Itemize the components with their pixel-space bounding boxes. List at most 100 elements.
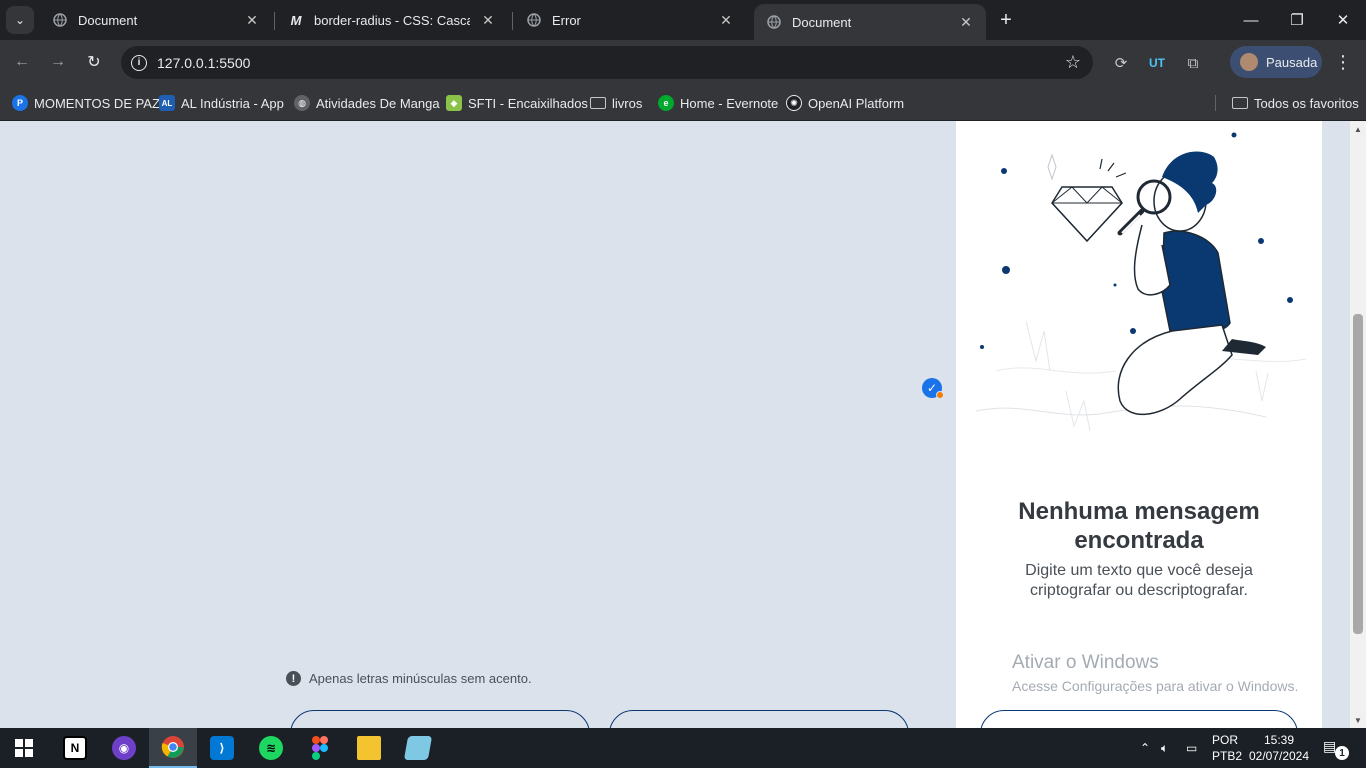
globe-icon	[766, 14, 782, 30]
show-hidden-icons-button[interactable]: ⌃	[1140, 728, 1150, 768]
reload-button[interactable]: ↻	[80, 48, 108, 76]
tab-document-active[interactable]: Document ✕	[754, 4, 986, 40]
tab-title: border-radius - CSS: Cascading	[314, 12, 470, 28]
menu-kebab-icon[interactable]: ⋮	[1333, 52, 1353, 73]
taskbar-spotify[interactable]: ≋	[247, 728, 295, 768]
bookmark-sfti[interactable]: ◆ SFTI - Encaixilhados	[446, 92, 588, 114]
restore-icon: ❐	[1290, 12, 1304, 29]
bookmark-atividades-de-manga[interactable]: ◍ Atividades De Manga	[294, 92, 440, 114]
windows-taskbar: N ◉ ⟩ ≋ ⌃ 🔈︎ ▭ POR PTB2 15:39 02/07/2024…	[0, 728, 1366, 768]
output-panel: Nenhuma mensagem encontrada Digite um te…	[956, 121, 1322, 728]
bookmark-folder-livros[interactable]: livros	[590, 92, 642, 114]
folder-icon	[590, 97, 606, 109]
address-bar[interactable]: i 127.0.0.1:5500 ☆	[121, 46, 1093, 79]
al-icon: AL	[159, 95, 175, 111]
input-language-indicator[interactable]: POR PTB2	[1212, 732, 1242, 764]
bookmark-momentos-de-paz[interactable]: P MOMENTOS DE PAZ	[12, 92, 160, 114]
new-tab-button[interactable]: +	[993, 8, 1019, 32]
taskbar-chrome[interactable]	[149, 728, 197, 768]
bookmark-label: livros	[612, 95, 643, 111]
copy-button[interactable]	[980, 710, 1298, 728]
close-window-button[interactable]: ✕	[1320, 0, 1366, 40]
restore-button[interactable]: ❐	[1274, 0, 1320, 40]
back-button[interactable]: ←	[8, 48, 36, 76]
github-icon: ◉	[112, 736, 136, 760]
bookmark-label: Home - Evernote	[680, 95, 779, 111]
close-icon[interactable]: ✕	[244, 12, 260, 28]
close-icon[interactable]: ✕	[718, 12, 734, 28]
globe-icon: ◍	[294, 95, 310, 111]
chevron-down-icon: ⌄	[14, 13, 26, 27]
tab-separator	[274, 12, 275, 30]
bookmark-evernote[interactable]: e Home - Evernote	[658, 92, 778, 114]
tab-separator	[512, 12, 513, 30]
bookmark-label: MOMENTOS DE PAZ	[34, 95, 160, 111]
extension-check-icon[interactable]: ✓	[922, 378, 944, 399]
globe-icon	[52, 12, 68, 28]
taskbar-vscode[interactable]: ⟩	[198, 728, 246, 768]
page-scrollbar[interactable]: ▲ ▼	[1350, 121, 1366, 728]
extension-ut-icon[interactable]: UT	[1146, 52, 1168, 74]
url-text[interactable]: 127.0.0.1:5500	[157, 55, 250, 71]
notification-count-badge: 1	[1335, 746, 1349, 760]
decrypt-button[interactable]	[609, 710, 909, 728]
windows-start-icon	[15, 739, 33, 757]
close-icon[interactable]: ✕	[480, 12, 496, 28]
tab-error[interactable]: Error ✕	[514, 4, 746, 36]
tab-title: Error	[552, 12, 581, 28]
bookmark-al-industria[interactable]: AL AL Indústria - App	[159, 92, 284, 114]
plus-icon: +	[1000, 8, 1012, 31]
extension-sync-icon[interactable]: ⟳	[1110, 52, 1132, 74]
site-info-icon[interactable]: i	[131, 54, 147, 71]
watermark-subtitle: Acesse Configurações para ativar o Windo…	[1012, 678, 1299, 694]
profile-label: Pausada	[1266, 54, 1318, 70]
input-hint: ! Apenas letras minúsculas sem acento.	[286, 671, 532, 686]
tab-border-radius[interactable]: M border-radius - CSS: Cascading ✕	[276, 4, 508, 36]
bookmarks-separator	[1215, 95, 1216, 111]
tab-strip: ⌄ Document ✕ M border-radius - CSS: Casc…	[0, 0, 1366, 40]
windows-activation-watermark: Ativar o Windows Acesse Configurações pa…	[1012, 652, 1298, 694]
volume-icon[interactable]: 🔈︎	[1161, 728, 1168, 768]
taskbar-github[interactable]: ◉	[100, 728, 148, 768]
profile-button[interactable]: Pausada	[1230, 46, 1322, 78]
minimize-button[interactable]: —	[1228, 0, 1274, 40]
language-code: POR	[1212, 733, 1239, 747]
scrollbar-thumb[interactable]	[1353, 314, 1363, 634]
bookmark-label: AL Indústria - App	[181, 95, 284, 111]
network-icon[interactable]: ▭	[1186, 728, 1197, 768]
all-bookmarks-folder[interactable]: Todos os favoritos	[1232, 92, 1359, 114]
folder-icon	[1232, 97, 1248, 109]
taskbar-notepad[interactable]	[394, 728, 442, 768]
bookmark-star-icon[interactable]: ☆	[1065, 52, 1081, 73]
start-button[interactable]	[0, 728, 48, 768]
taskbar-file-explorer[interactable]	[345, 728, 393, 768]
taskbar-notion[interactable]: N	[51, 728, 99, 768]
scroll-down-arrow-icon[interactable]: ▼	[1350, 712, 1366, 728]
scroll-up-arrow-icon[interactable]: ▲	[1350, 121, 1366, 137]
page-viewport: ✓ ! Apenas letras minúsculas sem acento.	[0, 121, 1350, 728]
notification-center-button[interactable]: ▤ 1	[1323, 738, 1349, 760]
chrome-icon	[161, 736, 184, 758]
chevron-up-icon: ⌃	[1140, 741, 1151, 755]
tab-document-1[interactable]: Document ✕	[40, 4, 272, 36]
tab-search-button[interactable]: ⌄	[6, 6, 34, 34]
status-dot	[936, 391, 944, 399]
clock[interactable]: 15:39 02/07/2024	[1244, 732, 1314, 764]
openai-icon: ✺	[786, 95, 802, 111]
taskbar-figma[interactable]	[296, 728, 344, 768]
clock-time: 15:39	[1263, 733, 1295, 747]
bookmark-label: Todos os favoritos	[1254, 95, 1359, 111]
figma-icon	[312, 736, 328, 760]
searching-illustration	[975, 132, 1307, 432]
close-icon[interactable]: ✕	[958, 14, 974, 30]
bookmark-openai[interactable]: ✺ OpenAI Platform	[786, 92, 904, 114]
mdn-icon: M	[290, 12, 302, 28]
reload-icon: ↻	[87, 54, 101, 71]
extensions-puzzle-icon[interactable]: ⧉	[1182, 52, 1204, 74]
forward-button[interactable]: →	[44, 48, 72, 76]
globe-icon	[526, 12, 542, 28]
hint-text: Apenas letras minúsculas sem acento.	[309, 671, 532, 686]
notion-icon: N	[63, 736, 87, 760]
shield-icon: ◆	[446, 95, 462, 111]
encrypt-button[interactable]	[290, 710, 590, 728]
